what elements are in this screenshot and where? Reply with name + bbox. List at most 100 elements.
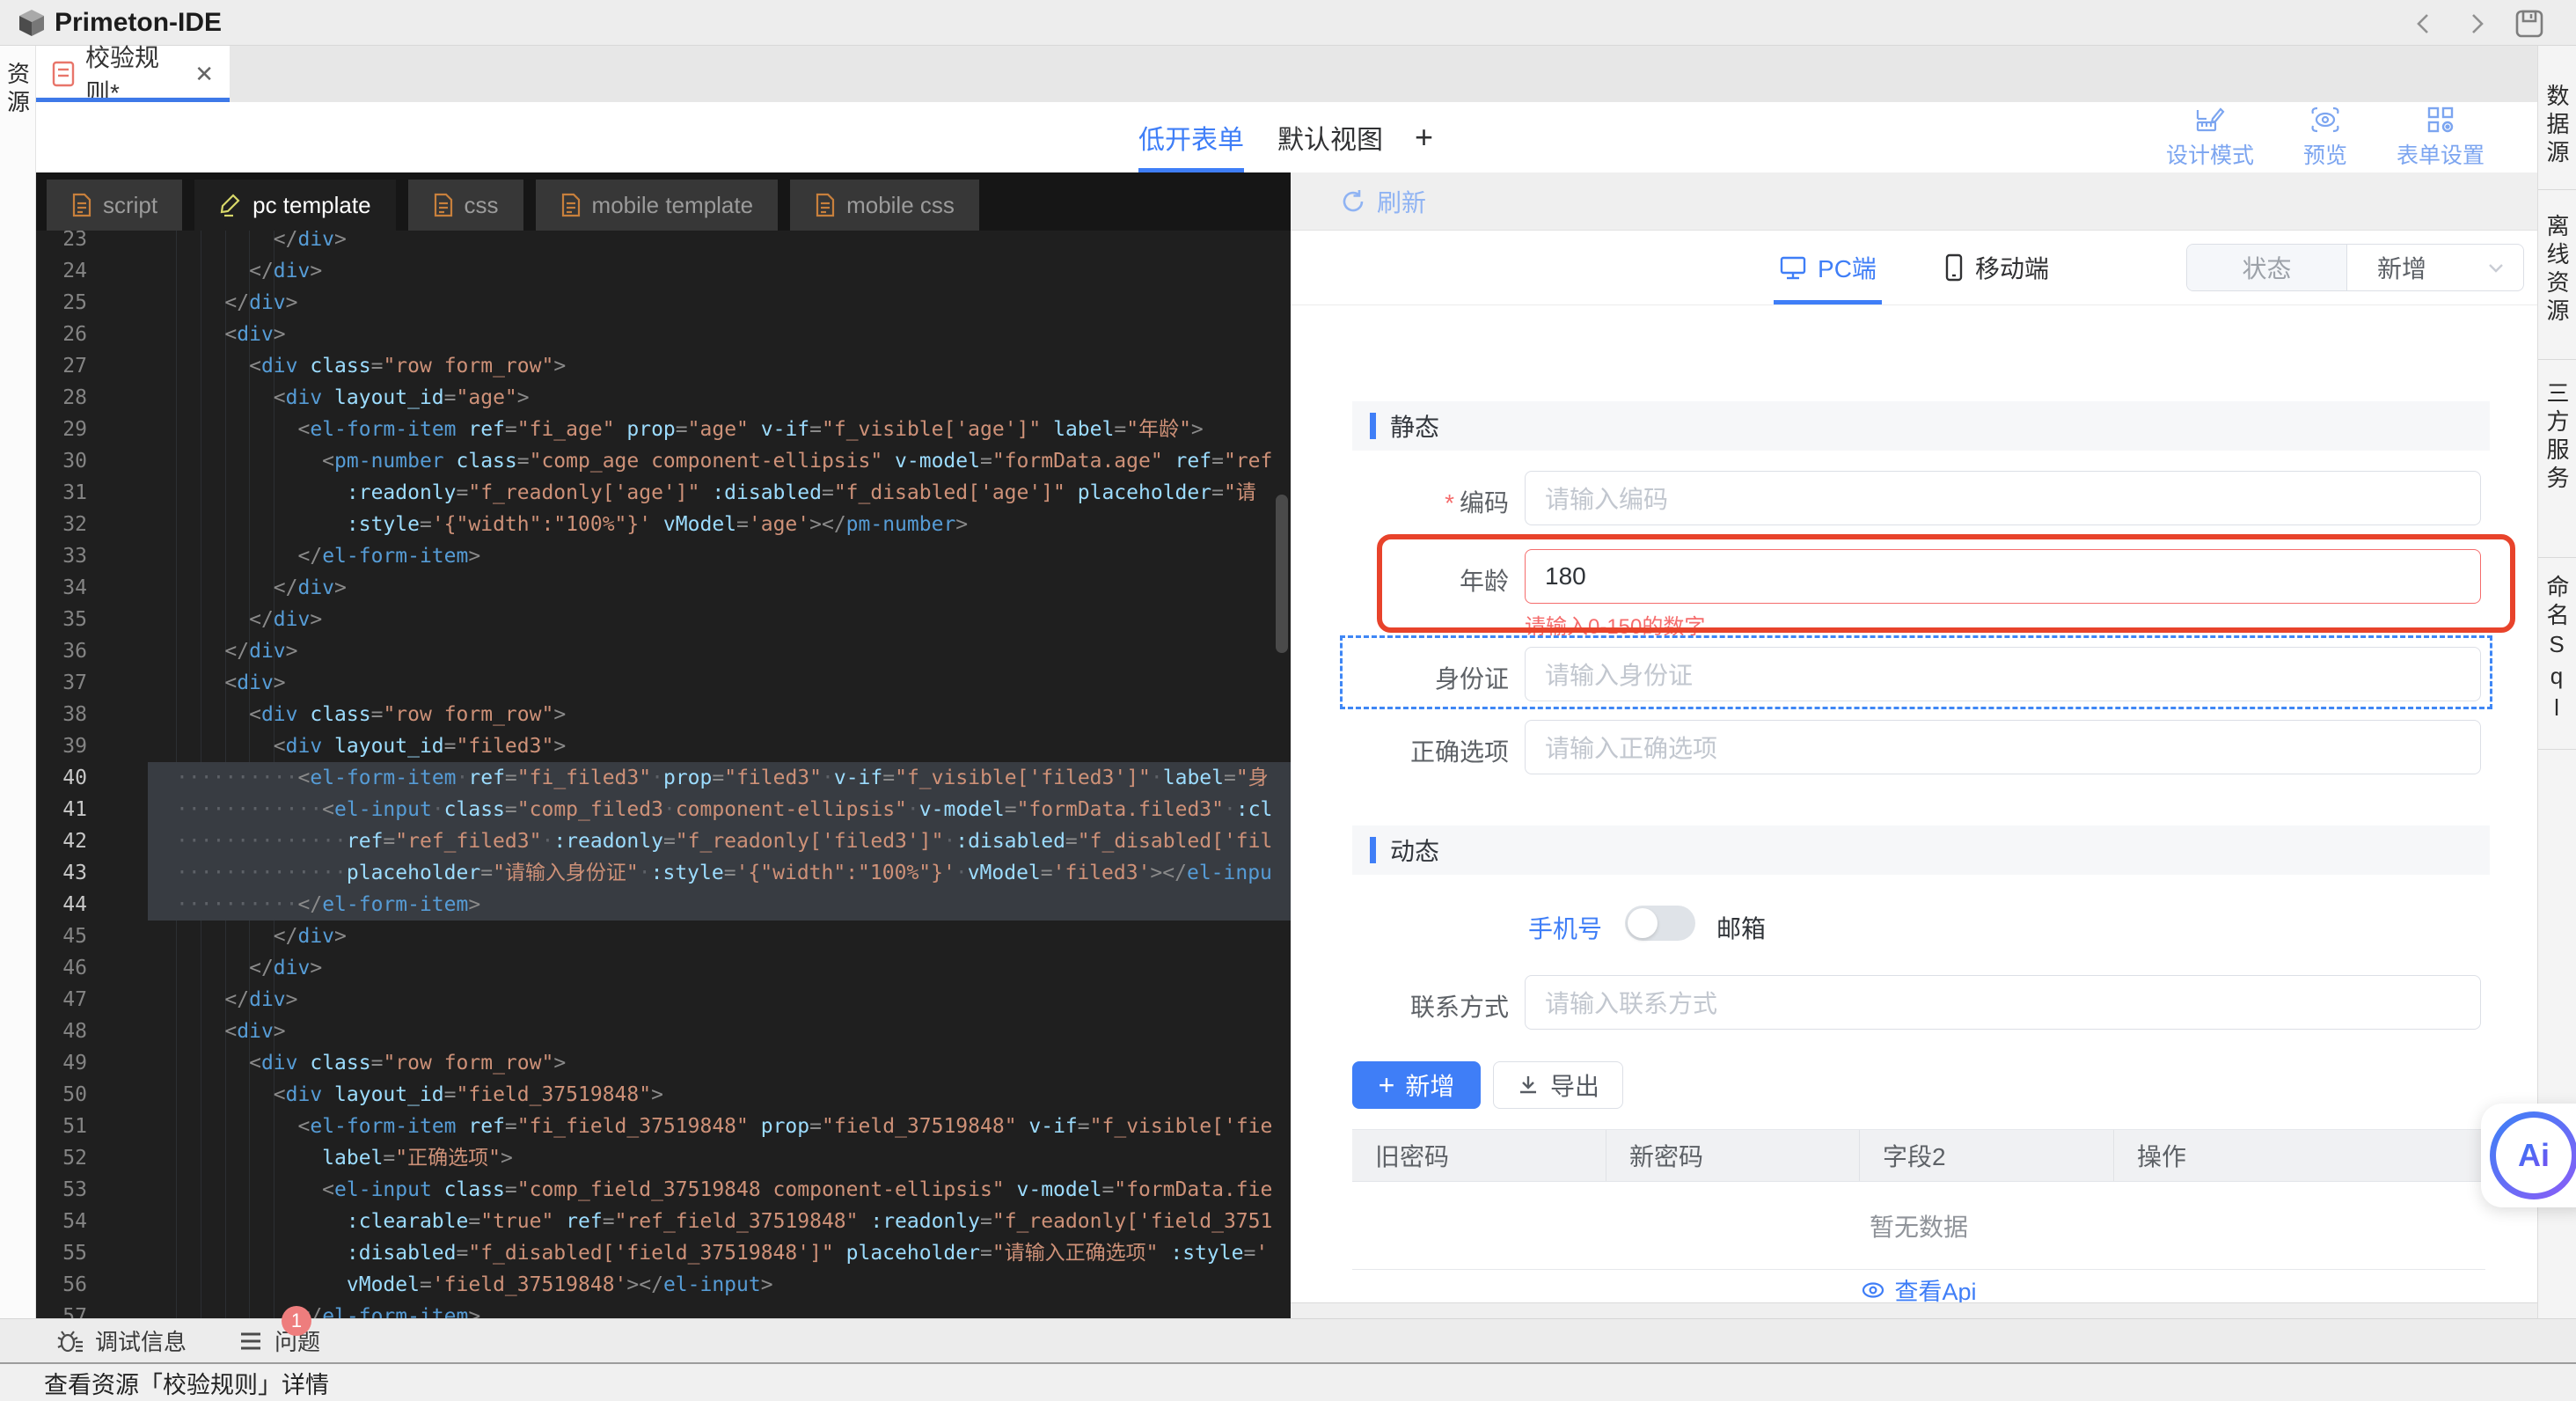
code-line-57[interactable]: 57 </el-form-item> [36,1301,1291,1318]
code-line-38[interactable]: 38 <div class="row form_row"> [36,699,1291,730]
refresh-button[interactable]: 刷新 [1340,184,1426,219]
title-bar: Primeton-IDE [0,0,2576,46]
code-line-43[interactable]: 43··············placeholder="请输入身份证"·:st… [36,857,1291,889]
section-dynamic-title: 动态 [1390,833,1439,868]
section-static: 静态 [1352,401,2490,451]
rail-item-2[interactable]: 离线资源 [2541,214,2573,326]
editor-body[interactable]: 23 </div>24 </div>25 </div>26 <div>27 <d… [36,231,1291,1318]
close-tab-icon[interactable]: ✕ [194,61,214,88]
ai-assistant-button[interactable]: Ai [2481,1104,2576,1207]
device-switch-row: PC端移动端 状态 新增 [1291,231,2537,304]
code-line-39[interactable]: 39 <div layout_id="filed3"> [36,730,1291,762]
phone-email-toggle[interactable] [1625,906,1695,941]
required-star: * [1445,489,1454,517]
preview-button[interactable]: 预览 [2303,105,2347,170]
debug-info-button[interactable]: 调试信息 [56,1324,187,1357]
input-age[interactable]: 180 [1525,549,2481,604]
code-line-42[interactable]: 42··············ref="ref_filed3"·:readon… [36,825,1291,857]
code-line-41[interactable]: 41············<el-input·class="comp_file… [36,794,1291,825]
tab-lowcode-form[interactable]: 低开表单 [1138,102,1244,172]
code-line-46[interactable]: 46 </div> [36,952,1291,984]
code-line-24[interactable]: 24 </div> [36,255,1291,287]
code-line-55[interactable]: 55 :disabled="f_disabled['field_37519848… [36,1237,1291,1269]
code-line-47[interactable]: 47 </div> [36,984,1291,1016]
toggle-option-phone[interactable]: 手机号 [1528,910,1602,945]
status-select-value[interactable]: 新增 [2347,245,2523,290]
save-icon[interactable] [2513,7,2546,40]
code-line-33[interactable]: 33 </el-form-item> [36,540,1291,572]
editor-tab-label: mobile css [846,192,955,219]
code-line-53[interactable]: 53 <el-input class="comp_field_37519848 … [36,1174,1291,1206]
code-line-40[interactable]: 40··········<el-form-item·ref="fi_filed3… [36,762,1291,794]
code-line-44[interactable]: 44··········</el-form-item> [36,889,1291,921]
field-label-idcard: 身份证 [1435,660,1509,695]
form-preview-panel: 刷新 PC端移动端 状态 新增 静态 *编码 请输入编码 年龄 180 请输入0… [1291,172,2537,1362]
line-number: 54 [36,1206,87,1237]
code-line-28[interactable]: 28 <div layout_id="age"> [36,382,1291,414]
nav-back-icon[interactable] [2407,7,2441,40]
code-text: </div> [148,255,322,287]
add-button[interactable]: + 新增 [1352,1061,1481,1109]
nav-forward-icon[interactable] [2460,7,2493,40]
code-line-30[interactable]: 30 <pm-number class="comp_age component-… [36,445,1291,477]
code-line-45[interactable]: 45 </div> [36,921,1291,952]
line-number: 39 [36,730,87,762]
rail-item-4[interactable]: 命名Sql [2541,575,2573,726]
code-line-54[interactable]: 54 :clearable="true" ref="ref_field_3751… [36,1206,1291,1237]
code-line-25[interactable]: 25 </div> [36,287,1291,319]
code-text: <div class="row form_row"> [148,350,566,382]
code-line-50[interactable]: 50 <div layout_id="field_37519848"> [36,1079,1291,1111]
tab-default-view[interactable]: 默认视图 [1277,102,1383,172]
form-settings-button[interactable]: 表单设置 [2397,105,2485,170]
code-line-48[interactable]: 48 <div> [36,1016,1291,1047]
editor-scrollbar[interactable] [1276,495,1288,653]
code-text: label="正确选项"> [148,1142,513,1174]
code-line-52[interactable]: 52 label="正确选项"> [36,1142,1291,1174]
input-contact[interactable]: 请输入联系方式 [1525,975,2481,1030]
code-line-49[interactable]: 49 <div class="row form_row"> [36,1047,1291,1079]
editor-tab-mobile-template[interactable]: mobile template [536,180,779,231]
code-line-34[interactable]: 34 </div> [36,572,1291,604]
code-line-31[interactable]: 31 :readonly="f_readonly['age']" :disabl… [36,477,1291,509]
device-tab-mobile[interactable]: 移动端 [1943,231,2049,304]
code-line-56[interactable]: 56 vModel='field_37519848'></el-input> [36,1269,1291,1301]
editor-tab-label: pc template [252,192,370,219]
rail-item-3[interactable]: 三方服务 [2541,381,2573,494]
code-lines: 23 </div>24 </div>25 </div>26 <div>27 <d… [36,231,1291,1318]
sidebar-item-resources[interactable]: 资源 [2,62,34,118]
file-icon [433,193,454,217]
input-correct-option[interactable]: 请输入正确选项 [1525,720,2481,774]
code-text: :readonly="f_readonly['age']" :disabled=… [148,477,1256,509]
rail-item-1[interactable]: 数据源 [2541,84,2573,168]
editor-tab-css[interactable]: css [408,180,523,231]
editor-tab-pc-template[interactable]: pc template [194,180,395,231]
code-line-23[interactable]: 23 </div> [36,231,1291,255]
code-line-37[interactable]: 37 <div> [36,667,1291,699]
line-number: 44 [36,889,87,921]
editor-tab-label: css [465,192,499,219]
code-line-27[interactable]: 27 <div class="row form_row"> [36,350,1291,382]
device-tab-pc[interactable]: PC端 [1779,231,1877,304]
toggle-option-email[interactable]: 邮箱 [1716,910,1766,945]
code-line-35[interactable]: 35 </div> [36,604,1291,635]
export-button[interactable]: 导出 [1493,1061,1623,1109]
code-line-26[interactable]: 26 <div> [36,319,1291,350]
input-idcard[interactable]: 请输入身份证 [1525,647,2481,701]
code-text: <div layout_id="filed3"> [148,730,566,762]
code-text: <div layout_id="age"> [148,382,530,414]
data-table: 旧密码新密码字段2操作 暂无数据 [1352,1129,2485,1270]
tab-validation-rules[interactable]: 校验规则* ✕ [36,46,230,102]
refresh-label: 刷新 [1377,184,1426,219]
editor-tab-label: script [103,192,157,219]
debug-bug-icon [56,1327,84,1355]
code-line-32[interactable]: 32 :style='{"width":"100%"}' vModel='age… [36,509,1291,540]
code-line-51[interactable]: 51 <el-form-item ref="fi_field_37519848"… [36,1111,1291,1142]
design-mode-button[interactable]: 设计模式 [2166,105,2254,170]
add-view-button[interactable]: + [1415,102,1433,172]
input-code[interactable]: 请输入编码 [1525,471,2481,525]
code-line-36[interactable]: 36 </div> [36,635,1291,667]
code-line-29[interactable]: 29 <el-form-item ref="fi_age" prop="age"… [36,414,1291,445]
editor-tab-mobile-css[interactable]: mobile css [790,180,979,231]
editor-tab-script[interactable]: script [47,180,182,231]
table-header-row: 旧密码新密码字段2操作 [1352,1129,2485,1182]
